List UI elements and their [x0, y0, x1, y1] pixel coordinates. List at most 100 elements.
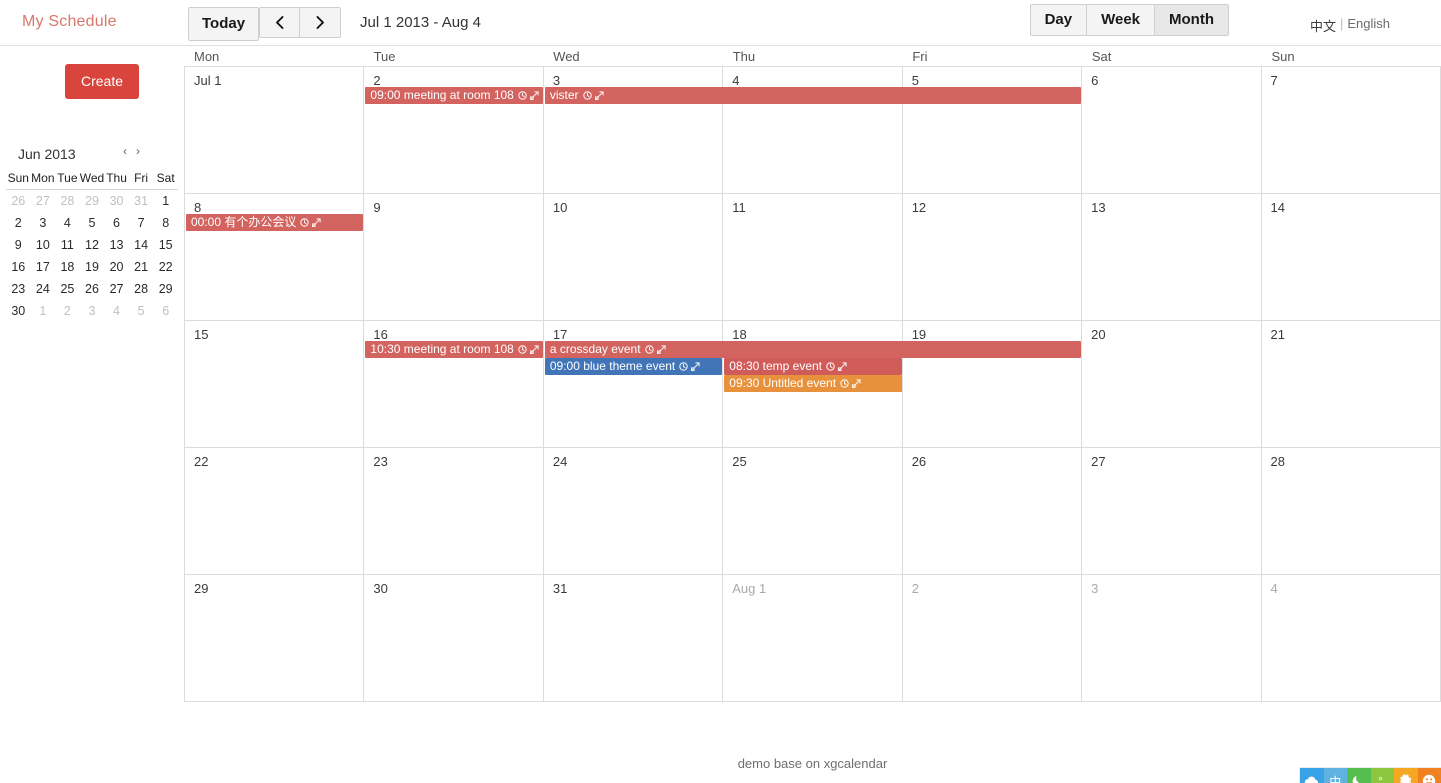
mini-calendar-day[interactable]: 15 [153, 234, 178, 256]
mini-calendar-day[interactable]: 30 [6, 300, 31, 322]
view-button-week[interactable]: Week [1087, 4, 1156, 36]
clock-icon[interactable] [679, 362, 689, 371]
calendar-day-cell[interactable]: 9 [364, 194, 544, 321]
mini-calendar-day[interactable]: 5 [129, 300, 154, 322]
calendar-event[interactable]: 00:00 有个办公会议 [186, 214, 364, 231]
mini-calendar-day[interactable]: 26 [6, 190, 31, 213]
calendar-day-cell[interactable]: 29 [185, 575, 365, 702]
mini-calendar-day[interactable]: 23 [6, 278, 31, 300]
calendar-event[interactable]: 08:30 temp event [724, 358, 902, 375]
mini-calendar-day[interactable]: 7 [129, 212, 154, 234]
gear-icon[interactable] [1394, 768, 1418, 783]
mini-calendar-day[interactable]: 1 [31, 300, 56, 322]
mini-calendar-day[interactable]: 4 [55, 212, 80, 234]
mini-calendar-day[interactable]: 12 [80, 234, 105, 256]
mini-calendar-day[interactable]: 11 [55, 234, 80, 256]
mini-calendar-day[interactable]: 25 [55, 278, 80, 300]
mini-calendar-day[interactable]: 16 [6, 256, 31, 278]
resize-icon[interactable] [852, 379, 861, 388]
create-event-button[interactable]: Create [65, 64, 140, 99]
mini-calendar-day[interactable]: 4 [104, 300, 129, 322]
mini-calendar-day[interactable]: 6 [104, 212, 129, 234]
calendar-day-cell[interactable]: 15 [185, 321, 365, 448]
moon-icon[interactable] [1347, 768, 1371, 783]
language-link-chinese[interactable]: 中文 [1310, 16, 1336, 35]
calendar-day-cell[interactable]: 12 [902, 194, 1083, 321]
mini-calendar-day[interactable]: 29 [80, 190, 105, 213]
calendar-day-cell[interactable]: 25 [723, 448, 903, 575]
calendar-event[interactable]: 10:30 meeting at room 108 [365, 341, 543, 358]
resize-icon[interactable] [656, 345, 666, 354]
clock-icon[interactable] [840, 379, 849, 388]
calendar-event[interactable]: 09:00 blue theme event [544, 358, 723, 375]
mini-calendar-day[interactable]: 26 [80, 278, 105, 300]
resize-icon[interactable] [594, 91, 604, 100]
mini-calendar-day[interactable]: 22 [153, 256, 178, 278]
calendar-day-cell[interactable]: 11 [723, 194, 903, 321]
mini-calendar-day[interactable]: 28 [55, 190, 80, 213]
cloud-icon[interactable] [1300, 768, 1324, 783]
mini-calendar-next-icon[interactable]: › [136, 145, 140, 157]
view-button-month[interactable]: Month [1155, 4, 1229, 36]
mini-calendar-day[interactable]: 1 [153, 190, 178, 213]
mini-calendar-day[interactable]: 27 [104, 278, 129, 300]
chinese-mode-icon[interactable]: 中 [1323, 768, 1347, 783]
mini-calendar-day[interactable]: 3 [31, 212, 56, 234]
resize-icon[interactable] [312, 218, 321, 227]
calendar-day-cell[interactable]: 20 [1082, 321, 1262, 448]
calendar-event[interactable]: vister [544, 87, 1082, 104]
mini-calendar-day[interactable]: 6 [153, 300, 178, 322]
calendar-day-cell[interactable]: 23 [364, 448, 544, 575]
mini-calendar-day[interactable]: 28 [129, 278, 154, 300]
calendar-day-cell[interactable]: Aug 1 [723, 575, 903, 702]
resize-icon[interactable] [529, 345, 539, 354]
clock-icon[interactable] [518, 345, 527, 354]
clock-icon[interactable] [826, 362, 835, 371]
mini-calendar-day[interactable]: 27 [31, 190, 56, 213]
calendar-day-cell[interactable]: 22 [185, 448, 365, 575]
calendar-day-cell[interactable]: 7 [1261, 67, 1441, 194]
mini-calendar-day[interactable]: 19 [80, 256, 105, 278]
calendar-event[interactable]: a crossday event [544, 341, 1082, 358]
clock-icon[interactable] [518, 91, 527, 100]
mini-calendar-day[interactable]: 29 [153, 278, 178, 300]
mini-calendar-day[interactable]: 2 [55, 300, 80, 322]
mini-calendar-day[interactable]: 31 [129, 190, 154, 213]
mini-calendar-day[interactable]: 3 [80, 300, 105, 322]
calendar-day-cell[interactable]: 3 [1082, 575, 1262, 702]
view-button-day[interactable]: Day [1029, 4, 1088, 36]
mini-calendar-day[interactable]: 8 [153, 212, 178, 234]
clock-icon[interactable] [644, 345, 654, 354]
language-link-english[interactable]: English [1347, 16, 1390, 35]
mini-calendar-day[interactable]: 2 [6, 212, 31, 234]
calendar-day-cell[interactable]: 13 [1082, 194, 1262, 321]
calendar-day-cell[interactable]: 27 [1082, 448, 1262, 575]
calendar-day-cell[interactable]: 30 [364, 575, 544, 702]
resize-icon[interactable] [838, 362, 847, 371]
mini-calendar-day[interactable]: 10 [31, 234, 56, 256]
calendar-day-cell[interactable]: 4 [1261, 575, 1441, 702]
mini-calendar-day[interactable]: 20 [104, 256, 129, 278]
calendar-day-cell[interactable]: 26 [902, 448, 1083, 575]
clock-icon[interactable] [300, 218, 310, 227]
calendar-day-cell[interactable]: 2 [902, 575, 1083, 702]
calendar-day-cell[interactable]: 31 [543, 575, 724, 702]
smiley-icon[interactable] [1417, 768, 1441, 783]
mini-calendar-day[interactable]: 18 [55, 256, 80, 278]
prev-period-button[interactable] [259, 7, 300, 38]
calendar-event[interactable]: 09:30 Untitled event [724, 375, 902, 392]
calendar-day-cell[interactable]: 24 [543, 448, 724, 575]
calendar-day-cell[interactable]: 28 [1261, 448, 1441, 575]
mini-calendar-prev-icon[interactable]: ‹ [123, 145, 127, 157]
mini-calendar-day[interactable]: 14 [129, 234, 154, 256]
calendar-grid[interactable]: Jul 1 2 3 4 5 6 7 09:00 meeting at room 108 vist… [184, 66, 1441, 702]
resize-icon[interactable] [529, 91, 539, 100]
today-button[interactable]: Today [188, 7, 260, 41]
next-period-button[interactable] [300, 7, 341, 38]
mini-calendar-day[interactable]: 9 [6, 234, 31, 256]
calendar-day-cell[interactable]: 21 [1261, 321, 1441, 448]
mini-calendar-day[interactable]: 24 [31, 278, 56, 300]
ime-toolbar[interactable]: 中 °, [1300, 768, 1441, 783]
calendar-event[interactable]: 09:00 meeting at room 108 [365, 87, 543, 104]
mini-calendar-day[interactable]: 21 [129, 256, 154, 278]
